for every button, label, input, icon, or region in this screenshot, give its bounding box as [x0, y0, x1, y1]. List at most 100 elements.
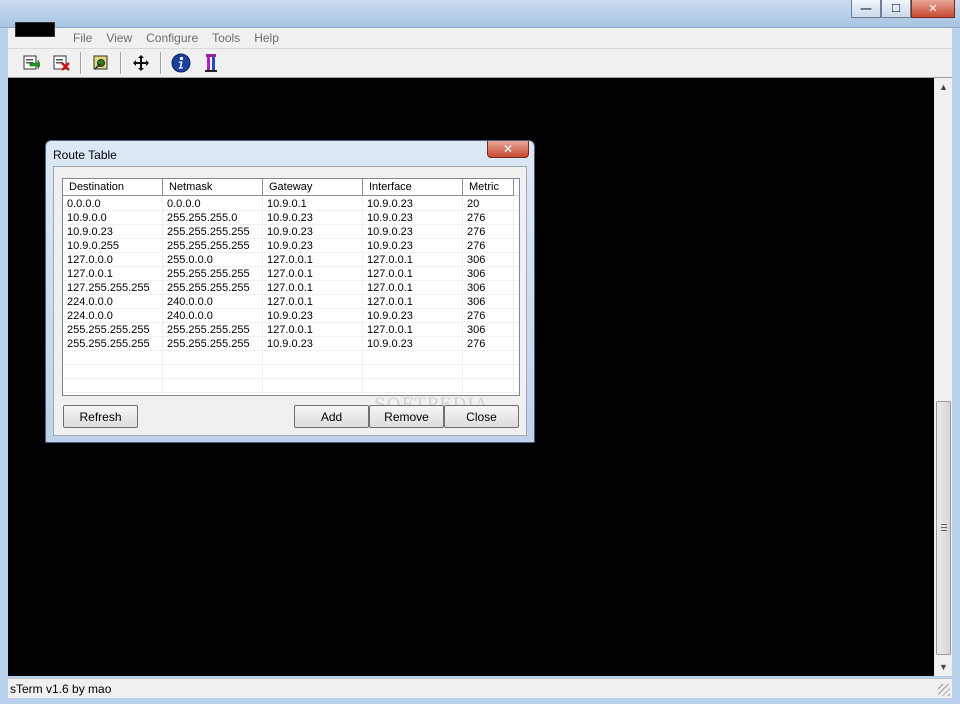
table-row[interactable]: 224.0.0.0 240.0.0.0 10.9.0.23 10.9.0.23 276	[63, 309, 519, 323]
vertical-scrollbar[interactable]: ▲ ▼	[934, 78, 952, 676]
column-header-metric[interactable]: Metric	[463, 179, 514, 196]
table-cell: 0.0.0.0	[63, 197, 163, 211]
table-cell: 10.9.0.23	[363, 309, 463, 323]
scroll-thumb[interactable]	[936, 401, 951, 655]
table-cell: 127.0.0.1	[263, 267, 363, 281]
table-row[interactable]: 224.0.0.0 240.0.0.0 127.0.0.1 127.0.0.1 306	[63, 295, 519, 309]
column-header-gateway[interactable]: Gateway	[263, 179, 363, 196]
table-cell	[263, 365, 363, 379]
table-cell	[263, 379, 363, 393]
table-cell: 224.0.0.0	[63, 309, 163, 323]
toolbar-separator	[80, 52, 82, 74]
table-row[interactable]: 255.255.255.255 255.255.255.255 10.9.0.23 1…	[63, 337, 519, 351]
table-row[interactable]: 127.0.0.0 255.0.0.0 127.0.0.1 127.0.0.1 306	[63, 253, 519, 267]
table-cell: 255.255.255.255	[163, 225, 263, 239]
table-cell: 127.0.0.1	[363, 267, 463, 281]
settings-button[interactable]	[89, 51, 113, 75]
table-cell: 127.0.0.1	[263, 253, 363, 267]
table-cell: 276	[463, 211, 514, 225]
menu-tools[interactable]: Tools	[205, 31, 247, 45]
table-cell: 240.0.0.0	[163, 295, 263, 309]
menu-configure[interactable]: Configure	[139, 31, 205, 45]
column-header-netmask[interactable]: Netmask	[163, 179, 263, 196]
table-cell: 276	[463, 337, 514, 351]
table-cell	[363, 379, 463, 393]
table-cell: 10.9.0.23	[263, 211, 363, 225]
dialog-close-button[interactable]: ✕	[487, 141, 529, 158]
table-cell: 0.0.0.0	[163, 197, 263, 211]
table-cell: 127.0.0.1	[363, 295, 463, 309]
move-button[interactable]	[129, 51, 153, 75]
table-cell	[63, 365, 163, 379]
table-cell: 306	[463, 267, 514, 281]
table-cell: 10.9.0.1	[263, 197, 363, 211]
table-row[interactable]: 10.9.0.255 255.255.255.255 10.9.0.23 10.9.0…	[63, 239, 519, 253]
table-row[interactable]: 0.0.0.0 0.0.0.0 10.9.0.1 10.9.0.23 20	[63, 197, 519, 211]
title-bar[interactable]: — ☐ ✕	[0, 0, 960, 28]
menu-file[interactable]: File	[66, 31, 99, 45]
table-cell: 306	[463, 281, 514, 295]
table-cell: 127.0.0.0	[63, 253, 163, 267]
table-cell: 276	[463, 225, 514, 239]
table-cell: 127.0.0.1	[363, 281, 463, 295]
table-cell: 255.255.255.255	[163, 337, 263, 351]
table-cell: 255.255.255.255	[163, 267, 263, 281]
table-cell	[463, 379, 514, 393]
table-row[interactable]: 10.9.0.23 255.255.255.255 10.9.0.23 10.9.0.…	[63, 225, 519, 239]
table-row[interactable]: 10.9.0.0 255.255.255.0 10.9.0.23 10.9.0.23 2…	[63, 211, 519, 225]
table-cell	[363, 351, 463, 365]
table-cell: 240.0.0.0	[163, 309, 263, 323]
table-row[interactable]	[63, 379, 519, 393]
table-cell: 127.0.0.1	[263, 295, 363, 309]
settings-icon	[93, 55, 108, 70]
scroll-up-icon[interactable]: ▲	[935, 78, 952, 95]
window-close-button[interactable]: ✕	[911, 0, 955, 18]
minimize-button[interactable]: —	[851, 0, 881, 18]
info-button[interactable]	[169, 51, 193, 75]
grip-icon	[941, 524, 947, 531]
menu-help[interactable]: Help	[247, 31, 286, 45]
table-cell: 20	[463, 197, 514, 211]
column-header-destination[interactable]: Destination	[63, 179, 163, 196]
table-cell: 255.255.255.255	[63, 337, 163, 351]
table-row[interactable]: 127.255.255.255 255.255.255.255 127.0.0.1 1…	[63, 281, 519, 295]
connect-icon	[23, 55, 40, 70]
table-cell: 127.0.0.1	[363, 323, 463, 337]
connect-button[interactable]	[19, 51, 43, 75]
table-cell: 306	[463, 295, 514, 309]
menu-bar: File View Configure Tools Help	[8, 28, 952, 48]
table-cell: 10.9.0.23	[263, 309, 363, 323]
table-cell: 276	[463, 239, 514, 253]
about-button[interactable]	[199, 51, 223, 75]
table-cell	[163, 365, 263, 379]
table-row[interactable]	[63, 351, 519, 365]
about-icon	[205, 54, 217, 72]
remove-button[interactable]: Remove	[369, 405, 444, 428]
table-cell	[163, 379, 263, 393]
column-header-interface[interactable]: Interface	[363, 179, 463, 196]
table-cell: 127.0.0.1	[63, 267, 163, 281]
table-cell: 255.255.255.255	[163, 281, 263, 295]
add-button[interactable]: Add	[294, 405, 369, 428]
scroll-down-icon[interactable]: ▼	[935, 658, 952, 675]
window-controls: — ☐ ✕	[851, 0, 955, 18]
table-row[interactable]: 255.255.255.255 255.255.255.255 127.0.0.1 1…	[63, 323, 519, 337]
table-cell	[363, 365, 463, 379]
table-cell: 10.9.0.23	[263, 337, 363, 351]
maximize-button[interactable]: ☐	[881, 0, 911, 18]
info-icon	[171, 53, 191, 73]
menu-view[interactable]: View	[99, 31, 139, 45]
resize-grip-icon[interactable]	[938, 684, 950, 696]
table-cell: 127.255.255.255	[63, 281, 163, 295]
table-cell: 276	[463, 309, 514, 323]
route-list[interactable]: Destination Netmask Gateway Interface Me…	[62, 178, 520, 396]
table-row[interactable]	[63, 365, 519, 379]
list-header: Destination Netmask Gateway Interface Me…	[63, 179, 519, 196]
close-button[interactable]: Close	[444, 405, 519, 428]
table-row[interactable]: 127.0.0.1 255.255.255.255 127.0.0.1 127.0.0…	[63, 267, 519, 281]
table-cell: 255.255.255.255	[63, 323, 163, 337]
main-window: — ☐ ✕ File View Configure Tools Help ▲ ▼…	[0, 0, 960, 704]
refresh-button[interactable]: Refresh	[63, 405, 138, 428]
disconnect-button[interactable]	[49, 51, 73, 75]
table-cell: 255.255.255.255	[163, 323, 263, 337]
